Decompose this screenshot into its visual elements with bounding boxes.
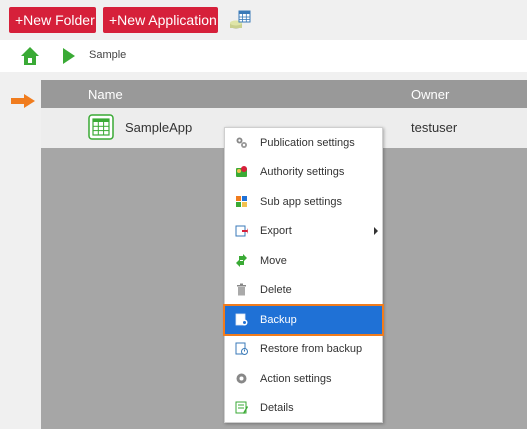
- app-owner: testuser: [411, 120, 458, 135]
- app-table-icon: [88, 114, 114, 140]
- menu-item-label: Backup: [260, 314, 297, 326]
- table-header: Name Owner: [41, 80, 527, 108]
- export-icon: [235, 225, 248, 237]
- column-header-name[interactable]: Name: [88, 87, 123, 102]
- menu-item-label: Publication settings: [260, 137, 355, 149]
- breadcrumb: Sample: [0, 40, 527, 72]
- new-folder-button[interactable]: +New Folder: [9, 7, 96, 33]
- menu-item-label: Action settings: [260, 373, 332, 385]
- menu-item-label: Export: [260, 225, 292, 237]
- app-name[interactable]: SampleApp: [125, 120, 192, 135]
- gear-icon: [236, 373, 247, 384]
- menu-item-backup[interactable]: Backup: [223, 304, 384, 336]
- menu-item-action-settings[interactable]: Action settings: [225, 365, 382, 393]
- toolbar: +New Folder +New Application: [0, 0, 527, 40]
- home-icon[interactable]: [20, 46, 40, 66]
- menu-item-label: Delete: [260, 284, 292, 296]
- menu-item-label: Authority settings: [260, 166, 345, 178]
- authority-icon: [236, 166, 247, 177]
- menu-item-move[interactable]: Move: [225, 247, 382, 275]
- gears-icon: [236, 137, 247, 148]
- context-menu: Publication settings Authority settings …: [223, 127, 384, 423]
- breadcrumb-separator-icon: [63, 48, 75, 64]
- sub-app-icon: [236, 196, 247, 207]
- menu-item-delete[interactable]: Delete: [225, 276, 382, 304]
- backup-icon: [235, 313, 248, 326]
- menu-item-restore-from-backup[interactable]: Restore from backup: [225, 335, 382, 363]
- breadcrumb-current[interactable]: Sample: [89, 49, 126, 61]
- menu-item-label: Move: [260, 255, 287, 267]
- menu-item-authority-settings[interactable]: Authority settings: [225, 158, 382, 186]
- submenu-arrow-icon: [374, 227, 378, 235]
- menu-item-sub-app-settings[interactable]: Sub app settings: [225, 188, 382, 216]
- menu-item-label: Restore from backup: [260, 343, 363, 355]
- menu-item-label: Sub app settings: [260, 196, 342, 208]
- arrow-right-icon: [11, 94, 35, 108]
- menu-item-publication-settings[interactable]: Publication settings: [225, 129, 382, 157]
- details-icon: [235, 401, 248, 414]
- menu-item-label: Details: [260, 402, 294, 414]
- menu-item-export[interactable]: Export: [225, 217, 382, 245]
- column-header-owner[interactable]: Owner: [411, 87, 449, 102]
- restore-icon: [235, 342, 248, 355]
- database-table-icon[interactable]: [228, 9, 252, 33]
- new-application-button[interactable]: +New Application: [103, 7, 218, 33]
- trash-icon: [237, 283, 246, 296]
- menu-item-details[interactable]: Details: [225, 394, 382, 422]
- move-icon: [236, 254, 247, 267]
